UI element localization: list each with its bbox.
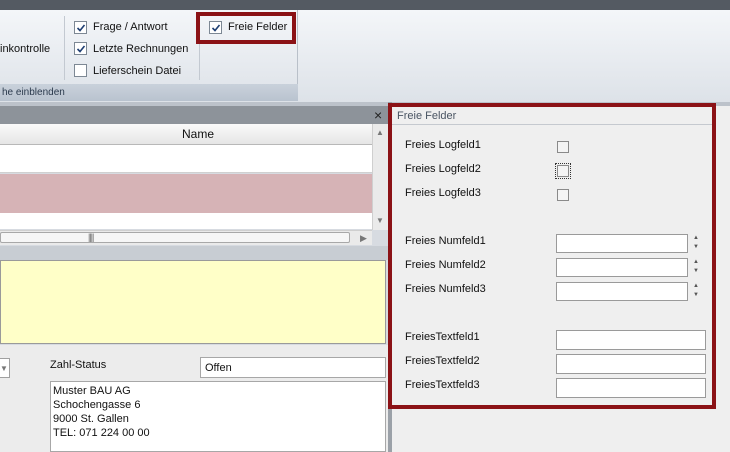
lieferschein-datei-label[interactable]: Lieferschein Datei [93, 65, 181, 77]
zahl-status-value: Offen [205, 362, 232, 374]
table-row[interactable] [0, 145, 372, 173]
table-empty-area [0, 213, 372, 229]
scroll-right-icon[interactable]: ▶ [360, 233, 367, 244]
grid-panel-header [0, 106, 388, 124]
frage-antwort-label[interactable]: Frage / Antwort [93, 21, 168, 33]
combo-box-partial[interactable]: ▼ [0, 358, 10, 378]
dropdown-arrow-icon[interactable]: ▼ [0, 364, 8, 373]
address-line: 9000 St. Gallen [53, 413, 129, 425]
ribbon-group-footer: he einblenden [0, 84, 298, 101]
horizontal-scroll-thumb[interactable]: |||| [0, 232, 350, 243]
checkmark-icon [211, 23, 220, 32]
close-icon[interactable]: × [374, 108, 382, 122]
frage-antwort-checkbox[interactable] [74, 21, 87, 34]
column-header-name[interactable]: Name [0, 124, 372, 145]
vertical-scrollbar[interactable]: ▲ ▼ [372, 124, 388, 230]
address-line: TEL: 071 224 00 00 [53, 427, 150, 439]
checkmark-icon [76, 44, 85, 53]
address-line: Muster BAU AG [53, 385, 131, 397]
pane-separator [0, 246, 390, 260]
freie-felder-panel-highlight [388, 103, 716, 409]
address-box[interactable]: Muster BAU AG Schochengasse 6 9000 St. G… [50, 381, 386, 452]
grip-icon: |||| [88, 232, 94, 242]
checkmark-icon [76, 23, 85, 32]
freie-felder-checkbox[interactable] [209, 21, 222, 34]
memo-area[interactable] [0, 260, 386, 344]
zahl-status-label: Zahl-Status [50, 359, 107, 371]
scroll-down-icon[interactable]: ▼ [376, 216, 384, 225]
ribbon-separator [64, 16, 65, 80]
address-line: Schochengasse 6 [53, 399, 141, 411]
letzte-rechnungen-checkbox[interactable] [74, 42, 87, 55]
column-header-label: Name [181, 127, 214, 141]
lieferschein-datei-checkbox[interactable] [74, 64, 87, 77]
freie-felder-label[interactable]: Freie Felder [228, 21, 287, 33]
ribbon-partial-label[interactable]: inkontrolle [0, 43, 50, 55]
zahl-status-field[interactable]: Offen [200, 357, 386, 378]
scroll-up-icon[interactable]: ▲ [376, 128, 384, 137]
table-row-selected[interactable] [0, 174, 372, 213]
letzte-rechnungen-label[interactable]: Letzte Rechnungen [93, 43, 188, 55]
title-bar [0, 0, 730, 10]
